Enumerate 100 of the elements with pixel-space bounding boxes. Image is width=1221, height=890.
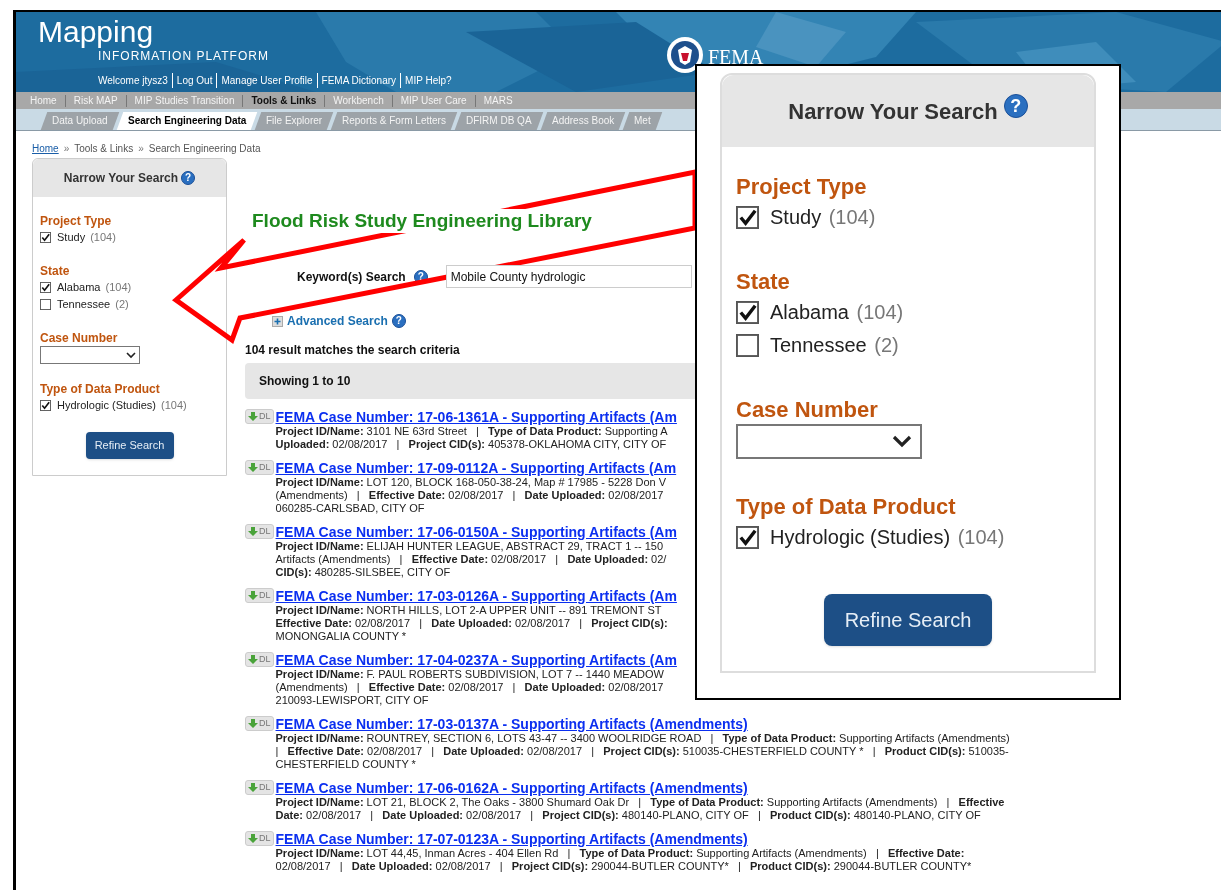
section-heading: State [736, 268, 791, 296]
download-icon [248, 412, 258, 421]
site-subtitle: INFORMATION PLATFORM [98, 48, 269, 65]
result-details: Date: 02/08/2017 | Date Uploaded: 02/08/2017 | Project CID(s): 480140-PLANO, CITY OF | Product CID(s): 480140-PLANO, CITY OF [275, 809, 982, 822]
download-button[interactable]: DL [245, 716, 274, 731]
checkbox[interactable] [40, 232, 51, 243]
result-link[interactable]: FEMA Case Number: 17-04-0237A - Supporting Artifacts (Am [275, 652, 677, 668]
result-link[interactable]: FEMA Case Number: 17-06-0150A - Supporting Artifacts (Am [275, 524, 677, 540]
section-heading: Type of Data Product [736, 493, 957, 521]
panel-title: Narrow Your Search [788, 97, 998, 126]
nav-tab[interactable]: Tools & Links [243, 94, 326, 107]
header-link[interactable]: Log Out [172, 73, 218, 88]
section-heading: State [40, 264, 71, 279]
sub-tab[interactable]: Search Engineering Data [116, 112, 258, 130]
checkbox[interactable] [736, 526, 759, 549]
download-button[interactable]: DL [245, 652, 274, 667]
site-title: Mapping [38, 14, 154, 50]
result-link[interactable]: FEMA Case Number: 17-09-0112A - Supporting Artifacts (Am [275, 460, 677, 476]
download-button[interactable]: DL [245, 831, 274, 846]
option-label: Hydrologic (Studies) (104) [770, 525, 1005, 550]
result-details: 210093-LEWISPORT, CITY OF [275, 694, 430, 707]
page-title: Flood Risk Study Engineering Library [252, 209, 592, 233]
header-link[interactable]: FEMA Dictionary [317, 73, 402, 88]
download-icon [248, 527, 258, 536]
checkbox[interactable] [736, 334, 759, 357]
result-link[interactable]: FEMA Case Number: 17-06-1361A - Supporting Artifacts (Am [275, 409, 677, 425]
result-details: | Effective Date: 02/08/2017 | Date Uploaded: 02/08/2017 | Project CID(s): 510035-CHESTERFIELD COUNTY * | Product CID(s): 510035- [275, 745, 1010, 758]
advanced-search-link[interactable]: Advanced Search [287, 312, 388, 330]
download-button[interactable]: DL [245, 460, 274, 475]
option-label: Hydrologic (Studies) (104) [57, 398, 187, 413]
download-icon [248, 655, 258, 664]
result-details: (Amendments) | Effective Date: 02/08/2017 | Date Uploaded: 02/08/2017 [275, 489, 665, 502]
result-details: Project ID/Name: ELIJAH HUNTER LEAGUE, ABSTRACT 29, TRACT 1 -- 150 [275, 540, 665, 553]
result-details: Project ID/Name: NORTH HILLS, LOT 2-A UPPER UNIT -- 891 TREMONT ST [275, 604, 663, 617]
option-label: Alabama (104) [770, 300, 904, 325]
help-icon[interactable]: ? [391, 314, 406, 328]
result-details: Project ID/Name: LOT 21, BLOCK 2, The Oaks - 3800 Shumard Oak Dr | Type of Data Product: Supporting Artifacts (Amendments) | Effective [275, 796, 1005, 809]
download-button[interactable]: DL [245, 780, 274, 795]
option-label: Tennessee (2) [57, 297, 129, 312]
chevron-down-icon [126, 351, 136, 359]
result-details: CID(s): 480285-SILSBEE, CITY OF [275, 566, 452, 579]
breadcrumb-link[interactable]: Home [32, 140, 59, 156]
checkbox[interactable] [40, 282, 51, 293]
section-heading: Case Number [40, 331, 119, 346]
checkbox[interactable] [736, 301, 759, 324]
download-icon [248, 463, 258, 472]
help-icon[interactable]: ? [181, 171, 196, 185]
option-label: Study (104) [770, 205, 876, 230]
section-heading: Case Number [736, 396, 879, 424]
result-details: Project ID/Name: 3101 NE 63rd Street | Type of Data Product: Supporting A [275, 425, 669, 438]
welcome-text: Welcome jtysz3 [98, 73, 173, 88]
result-details: Artifacts (Amendments) | Effective Date: 02/08/2017 | Date Uploaded: 02/ [275, 553, 668, 566]
expand-icon[interactable] [272, 315, 283, 327]
download-button[interactable]: DL [245, 409, 274, 424]
section-heading: Project Type [736, 173, 868, 201]
checkbox[interactable] [736, 206, 759, 229]
result-details: Project ID/Name: LOT 44,45, Inman Acres - 404 Ellen Rd | Type of Data Product: Supporting Artifacts (Amendments) | Effective Date: [275, 847, 966, 860]
option-label: Tennessee (2) [770, 333, 899, 358]
result-count: 104 result matches the search criteria [245, 342, 460, 359]
refine-search-button[interactable]: Refine Search [85, 432, 174, 459]
download-icon [248, 719, 258, 728]
result-details: (Amendments) | Effective Date: 02/08/2017 | Date Uploaded: 02/08/2017 [275, 681, 665, 694]
result-link[interactable]: FEMA Case Number: 17-03-0126A - Supporting Artifacts (Am [275, 588, 677, 604]
panel-title: Narrow Your Search [63, 170, 179, 187]
download-icon [248, 591, 258, 600]
header-link[interactable]: Manage User Profile [217, 73, 318, 88]
field-label: Keyword(s) Search [297, 268, 406, 286]
option-label: Study (104) [57, 230, 116, 245]
result-details: Uploaded: 02/08/2017 | Project CID(s): 405378-OKLAHOMA CITY, CITY OF [275, 438, 668, 451]
result-details: 02/08/2017 | Date Uploaded: 02/08/2017 | Project CID(s): 290044-BUTLER COUNTY* | Product CID(s): 290044-BUTLER COUNTY* [275, 860, 972, 873]
case-number-dropdown[interactable] [40, 346, 140, 364]
result-details: MONONGALIA COUNTY * [275, 630, 408, 643]
agency-name: FEMA [708, 45, 764, 70]
result-details: 060285-CARLSBAD, CITY OF [275, 502, 426, 515]
case-number-dropdown[interactable] [736, 424, 922, 459]
showing-range: Showing 1 to 10 [259, 373, 351, 390]
header-link[interactable]: MIP Help? [401, 73, 456, 88]
result-details: Project ID/Name: F. PAUL ROBERTS SUBDIVISION, LOT 7 -- 1440 MEADOW [275, 668, 665, 681]
checkbox[interactable] [40, 400, 51, 411]
download-icon [248, 834, 258, 843]
result-details: Project ID/Name: LOT 120, BLOCK 168-050-38-24, Map # 17985 - 5228 Don V [275, 476, 668, 489]
refine-search-button[interactable]: Refine Search [824, 594, 992, 646]
download-icon [248, 783, 258, 792]
help-icon[interactable]: ? [1003, 94, 1028, 118]
breadcrumb-separator: » [138, 141, 144, 156]
keyword-search-field[interactable]: Mobile County hydrologic [445, 265, 692, 288]
result-link[interactable]: FEMA Case Number: 17-06-0162A - Supporting Artifacts (Amendments) [275, 780, 1005, 796]
result-details: Project ID/Name: ROUNTREY, SECTION 6, LOTS 43-47 -- 3400 WOOLRIDGE ROAD | Type of Data Product: Supporting Artifacts (Amendments) [275, 732, 1010, 745]
checkbox[interactable] [40, 299, 51, 310]
download-button[interactable]: DL [245, 588, 274, 603]
result-link[interactable]: FEMA Case Number: 17-03-0137A - Supporting Artifacts (Amendments) [275, 716, 1010, 732]
option-label: Alabama (104) [57, 280, 132, 295]
breadcrumb-text: Search Engineering Data [148, 141, 261, 156]
section-heading: Type of Data Product [40, 382, 161, 397]
result-details: CHESTERFIELD COUNTY * [275, 758, 417, 771]
chevron-down-icon [891, 434, 913, 449]
breadcrumb-separator: » [63, 141, 70, 156]
download-button[interactable]: DL [245, 524, 274, 539]
result-details: Effective Date: 02/08/2017 | Date Uploaded: 02/08/2017 | Project CID(s): [275, 617, 669, 630]
result-link[interactable]: FEMA Case Number: 17-07-0123A - Supporting Artifacts (Amendments) [275, 831, 972, 847]
